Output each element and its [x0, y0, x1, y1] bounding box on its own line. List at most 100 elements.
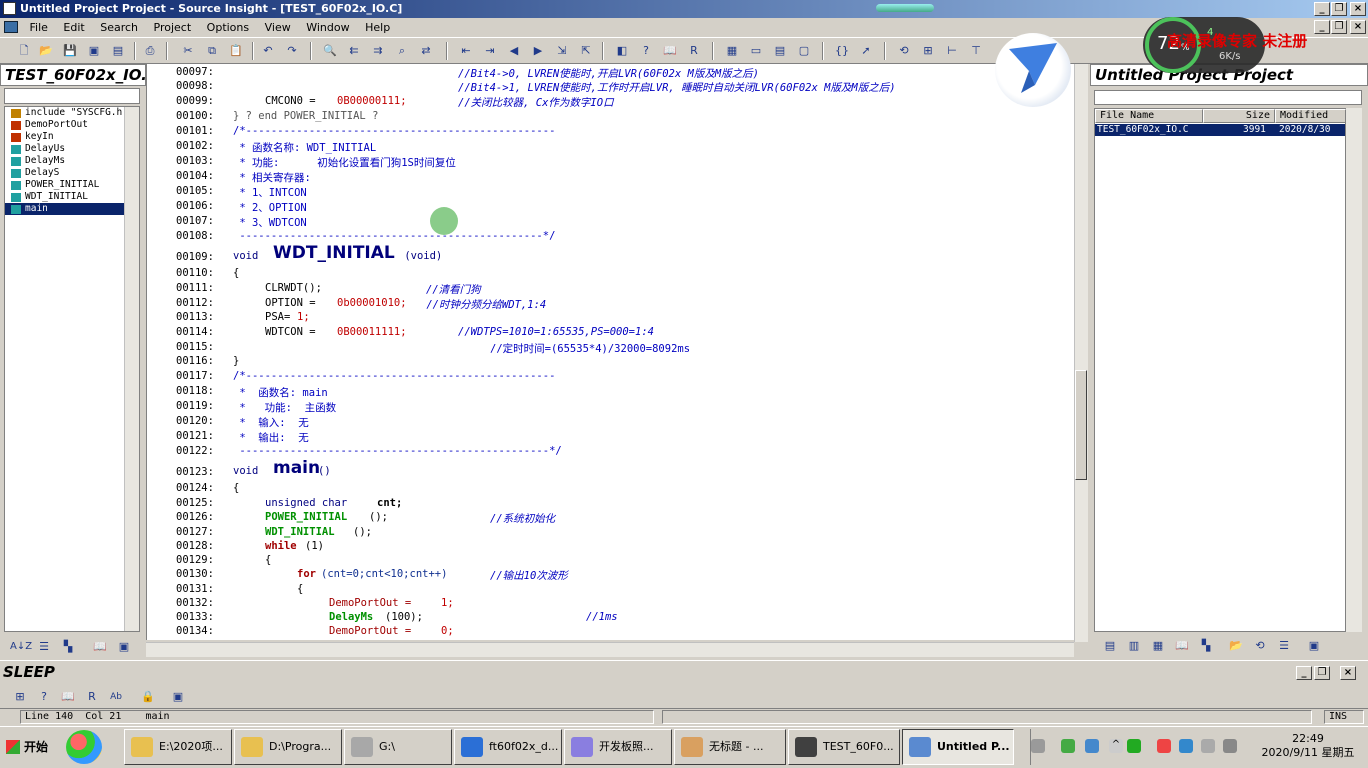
task-drive-g[interactable]: G:\	[344, 729, 452, 765]
app-tray-icon[interactable]	[1127, 739, 1141, 753]
open-folder-icon[interactable]: 📂	[1228, 638, 1244, 654]
list-item-selected[interactable]: main	[5, 203, 139, 215]
symbol-info-icon[interactable]: ◧	[614, 43, 630, 59]
context-minimize-button[interactable]: _	[1296, 666, 1312, 680]
menu-help[interactable]: Help	[359, 18, 396, 34]
security-icon[interactable]	[1157, 739, 1171, 753]
task-programmer[interactable]: TEST_60F0...	[788, 729, 900, 765]
menu-project[interactable]: Project	[148, 18, 198, 34]
book-icon[interactable]: 📖	[662, 43, 678, 59]
relation-icon[interactable]: R	[84, 689, 100, 705]
menu-view[interactable]: View	[259, 18, 297, 34]
paste-icon[interactable]: 📋	[228, 43, 244, 59]
battery-icon[interactable]	[1061, 739, 1075, 753]
task-source-insight[interactable]: Untitled P...	[902, 729, 1014, 765]
relation-icon[interactable]: R	[686, 43, 702, 59]
doc-restore-button[interactable]: ❐	[1331, 20, 1347, 34]
editor-horizontal-scrollbar[interactable]	[146, 642, 1074, 657]
forward-icon[interactable]: ▶	[530, 43, 546, 59]
doc-close-button[interactable]: ×	[1350, 20, 1366, 34]
add-file-icon[interactable]: ▤	[1102, 638, 1118, 654]
menu-file[interactable]: File	[24, 18, 54, 34]
menu-window[interactable]: Window	[300, 18, 355, 34]
column-header-size[interactable]: Size	[1203, 109, 1275, 123]
menu-options[interactable]: Options	[201, 18, 255, 34]
pointer-help-icon[interactable]: ➚	[858, 43, 874, 59]
options-icon[interactable]: ▣	[1306, 638, 1322, 654]
layout-panel-icon[interactable]: ▭	[748, 43, 764, 59]
context-icon-1[interactable]: ⊞	[12, 689, 28, 705]
list-item[interactable]: WDT_INITIAL	[5, 191, 139, 203]
new-file-icon[interactable]: 🗋	[16, 43, 32, 59]
column-header-modified[interactable]: Modified	[1275, 109, 1346, 123]
list-icon[interactable]: ☰	[1276, 638, 1292, 654]
category-icon[interactable]: ▚	[60, 639, 76, 655]
sort-az-icon[interactable]: A↓Z	[10, 639, 32, 655]
copy-icon[interactable]: ⧉	[204, 43, 220, 59]
shield-icon[interactable]	[1179, 739, 1193, 753]
tree-icon[interactable]: ⊢	[944, 43, 960, 59]
book-icon[interactable]: 📖	[1174, 638, 1190, 654]
app-icon[interactable]	[3, 2, 16, 15]
window-title-bar[interactable]: Untitled Project Project - Source Insigh…	[0, 0, 1368, 18]
task-datasheet[interactable]: ft60f02x_d...	[454, 729, 562, 765]
lookup-icon[interactable]: ?	[638, 43, 654, 59]
list-item[interactable]: keyIn	[5, 131, 139, 143]
sync-icon[interactable]: ⟲	[1252, 638, 1268, 654]
undo-icon[interactable]: ↶	[260, 43, 276, 59]
hierarchy-icon[interactable]: ⊤	[968, 43, 984, 59]
layout-grid-icon[interactable]: ▦	[724, 43, 740, 59]
task-photos[interactable]: 开发板照...	[564, 729, 672, 765]
expand-tray-icon[interactable]: ^	[1109, 739, 1123, 753]
clock[interactable]: 22:49 2020/9/11 星期五	[1252, 732, 1364, 760]
back-icon[interactable]: ◀	[506, 43, 522, 59]
bookmark-next-icon[interactable]: ⇥	[482, 43, 498, 59]
task-folder-d[interactable]: D:\Progra...	[234, 729, 342, 765]
font-icon[interactable]: Ab	[108, 689, 124, 705]
task-folder-e[interactable]: E:\2020项...	[124, 729, 232, 765]
context-close-button[interactable]: ×	[1340, 666, 1356, 680]
scroll-thumb[interactable]	[1075, 370, 1087, 480]
open-file-icon[interactable]: 📂	[38, 43, 54, 59]
volume-icon[interactable]	[1201, 739, 1215, 753]
bookmark-prev-icon[interactable]: ⇤	[458, 43, 474, 59]
color-app-icon[interactable]	[66, 730, 102, 764]
minimize-button[interactable]: _	[1314, 2, 1330, 16]
keyboard-icon[interactable]	[1031, 739, 1045, 753]
list-item[interactable]: DelayMs	[5, 155, 139, 167]
find-next-icon[interactable]: ⇉	[370, 43, 386, 59]
list-item[interactable]: DelayS	[5, 167, 139, 179]
book-icon[interactable]: 📖	[92, 639, 108, 655]
editor-vertical-scrollbar[interactable]	[1074, 64, 1088, 642]
print-icon[interactable]: ⎙	[142, 43, 158, 59]
cut-icon[interactable]: ✂	[180, 43, 196, 59]
table-row[interactable]: TEST_60F02x_IO.C 3991 2020/8/30	[1095, 124, 1345, 136]
task-paint[interactable]: 无标题 - ...	[674, 729, 786, 765]
doc-minimize-button[interactable]: _	[1314, 20, 1330, 34]
symbol-list[interactable]: include "SYSCFG.h DemoPortOut keyIn Dela…	[4, 106, 140, 632]
project-scrollbar[interactable]	[1346, 108, 1362, 632]
close-button[interactable]: ×	[1350, 2, 1366, 16]
menu-edit[interactable]: Edit	[57, 18, 90, 34]
find-previous-icon[interactable]: ⇇	[346, 43, 362, 59]
context-icon[interactable]: ⊞	[920, 43, 936, 59]
list-item[interactable]: include "SYSCFG.h	[5, 107, 139, 119]
brace-match-icon[interactable]: {}	[834, 43, 850, 59]
context-restore-button[interactable]: ❐	[1314, 666, 1330, 680]
save-all-icon[interactable]: ▣	[86, 43, 102, 59]
project-file-list[interactable]: File Name Size Modified	[1094, 108, 1346, 632]
column-header-file[interactable]: File Name	[1095, 109, 1203, 123]
list-item[interactable]: DelayUs	[5, 143, 139, 155]
options-icon[interactable]: ▣	[170, 689, 186, 705]
symbol-filter-input[interactable]	[4, 88, 140, 104]
find-icon[interactable]: 🔍	[322, 43, 338, 59]
options-icon[interactable]: ▣	[116, 639, 132, 655]
symbol-scrollbar[interactable]	[124, 107, 139, 631]
list-item[interactable]: DemoPortOut	[5, 119, 139, 131]
redo-icon[interactable]: ↷	[284, 43, 300, 59]
layout-split-icon[interactable]: ▤	[772, 43, 788, 59]
folder-view-icon[interactable]: ▦	[1150, 638, 1166, 654]
save-icon[interactable]: 💾	[62, 43, 78, 59]
start-button[interactable]: 开始	[2, 730, 54, 764]
jump-icon[interactable]: ⇲	[554, 43, 570, 59]
